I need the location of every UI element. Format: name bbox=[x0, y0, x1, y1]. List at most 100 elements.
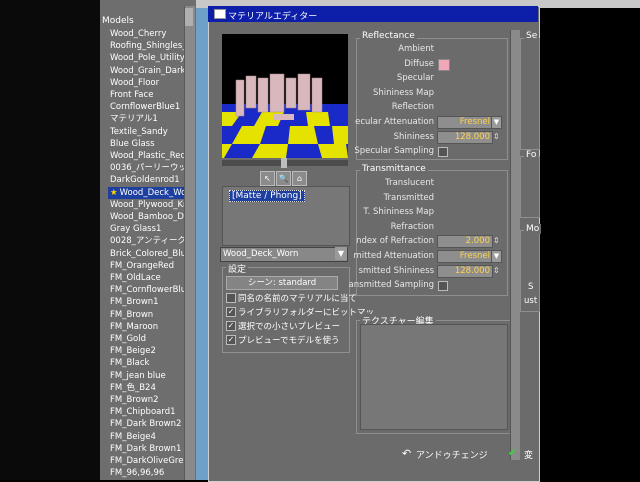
model-list-item[interactable]: DarkGoldenrod1 bbox=[110, 174, 180, 186]
model-list-item[interactable]: Wood_Floor bbox=[110, 77, 159, 89]
models-scrollbar-thumb[interactable] bbox=[185, 8, 193, 26]
settings-option-label: プレビューでモデルを使う bbox=[238, 336, 340, 346]
model-list-item[interactable]: FM_Beige4 bbox=[110, 431, 156, 443]
model-list-item[interactable]: Blue Glass bbox=[110, 138, 155, 150]
left-dark-panel bbox=[0, 0, 100, 480]
model-list-item[interactable]: FM_OldLace bbox=[110, 272, 161, 284]
model-list-item[interactable]: Wood_Pole_Utility bbox=[110, 52, 185, 64]
spinner-icon[interactable]: ⇕ bbox=[493, 132, 500, 141]
model-list-item[interactable]: FM_Dark Brown2 bbox=[110, 418, 181, 430]
model-list-item[interactable]: FM_Brown1 bbox=[110, 296, 159, 308]
reflectance-value-field[interactable]: Fresnel bbox=[437, 116, 493, 129]
model-list-item[interactable]: FM_96,96,96 bbox=[110, 467, 164, 479]
model-name: FM_Dark Brown1 bbox=[110, 443, 182, 454]
model-name: FM_OldLace bbox=[110, 273, 161, 283]
model-list-item[interactable]: Wood_Plywood_Kn bbox=[110, 199, 188, 211]
ok-button[interactable]: 変 bbox=[524, 448, 533, 461]
model-name: FM_Brown1 bbox=[110, 297, 159, 308]
model-list-item[interactable]: Front Face bbox=[110, 89, 153, 101]
model-name: FM_Brown2 bbox=[110, 395, 159, 405]
model-list-item[interactable]: FM_Gold bbox=[110, 333, 146, 345]
model-name: FM_96,96,96 bbox=[110, 468, 165, 479]
model-list-item[interactable]: FM_Brown2 bbox=[110, 394, 159, 406]
model-list-item[interactable]: FM_Brown bbox=[110, 309, 153, 321]
scene-button[interactable]: シーン: standard bbox=[226, 276, 338, 290]
model-name: FM_Brown bbox=[110, 309, 154, 320]
transmittance-value-field[interactable]: Fresnel bbox=[437, 250, 493, 263]
model-list-item[interactable]: 0028_アンティークボ bbox=[110, 235, 195, 247]
model-name: Wood_Deck_Wo bbox=[119, 187, 187, 198]
model-list-item[interactable]: Roofing_Shingles_C bbox=[110, 40, 192, 52]
chevron-down-icon[interactable]: ▼ bbox=[491, 116, 502, 129]
model-list-item[interactable]: FM_Maroon bbox=[110, 321, 158, 333]
transmittance-value-field[interactable]: 2.000 bbox=[437, 235, 493, 249]
home-view-icon[interactable]: ⌂ bbox=[292, 171, 307, 186]
model-name: CornflowerBlue1 bbox=[110, 102, 181, 113]
model-name: 0028_アンティークボ bbox=[110, 236, 195, 247]
model-list-item[interactable]: Wood_Bamboo_Dar bbox=[110, 211, 193, 223]
model-list-item[interactable]: Brick_Colored_Blu bbox=[110, 248, 186, 260]
settings-checkbox[interactable]: ✓ bbox=[226, 307, 236, 317]
model-list-item[interactable]: FM_DarkOliveGree bbox=[110, 455, 189, 467]
model-name: FM_jean blue bbox=[110, 370, 166, 381]
model-list-item[interactable]: ★ Wood_Deck_Wo bbox=[108, 186, 193, 199]
model-list-item[interactable]: Wood_Cherry bbox=[110, 28, 166, 40]
model-dropdown-value: Wood_Deck_Worn bbox=[223, 249, 299, 259]
reflectance-row-label: ecular Attenuation bbox=[355, 117, 434, 127]
undo-icon[interactable]: ↶ bbox=[402, 447, 411, 460]
reflectance-value-field[interactable]: 128.000 bbox=[437, 130, 493, 144]
model-name: Front Face bbox=[110, 90, 154, 100]
model-list-item[interactable]: Gray Glass1 bbox=[110, 223, 161, 235]
model-name: Wood_Floor bbox=[110, 77, 160, 88]
diffuse-color-swatch[interactable] bbox=[438, 58, 450, 71]
chevron-down-icon[interactable]: ▼ bbox=[491, 250, 502, 263]
material-preview[interactable] bbox=[222, 34, 348, 158]
model-list-item[interactable]: FM_Dark Brown1 bbox=[110, 443, 181, 455]
model-list-item[interactable]: Wood_Grain_Dark bbox=[110, 65, 185, 77]
settings-checkbox[interactable]: ✓ bbox=[226, 321, 236, 331]
texture-preview[interactable] bbox=[360, 324, 508, 430]
settings-option-label: ライブラリフォルダーにビットマッ bbox=[238, 308, 375, 318]
settings-label: 設定 bbox=[226, 262, 249, 275]
model-name: FM_Chipboard1 bbox=[110, 407, 176, 418]
transmittance-row-label: T. Shininess Map bbox=[363, 207, 434, 218]
model-name: DarkGoldenrod1 bbox=[110, 175, 180, 186]
model-list-item[interactable]: Wood_Plastic_Recy bbox=[110, 150, 190, 162]
reflectance-row-label: Ambient bbox=[398, 44, 434, 54]
model-list-item[interactable]: Textile_Sandy bbox=[110, 126, 168, 138]
transmittance-sampling-checkbox[interactable] bbox=[438, 281, 448, 292]
models-scrollbar[interactable] bbox=[184, 6, 195, 480]
preview-render bbox=[222, 34, 348, 158]
transmittance-value-field[interactable]: 128.000 bbox=[437, 264, 493, 278]
reflectance-row-label: Diffuse bbox=[404, 58, 434, 69]
reflectance-sampling-checkbox[interactable] bbox=[438, 147, 448, 158]
model-list-item[interactable]: 0036_パーリーウッド bbox=[110, 162, 195, 174]
transmittance-title: Transmittance bbox=[360, 164, 428, 174]
model-list-item[interactable]: FM_Chipboard1 bbox=[110, 406, 176, 418]
undo-button[interactable]: アンドゥチェンジ bbox=[416, 448, 488, 461]
model-name: FM_Beige4 bbox=[110, 431, 156, 442]
spinner-icon[interactable]: ⇕ bbox=[493, 266, 500, 275]
spinner-icon[interactable]: ⇕ bbox=[493, 236, 500, 245]
pick-tool-button[interactable]: ↖ bbox=[260, 171, 275, 186]
model-list-item[interactable]: FM_CornflowerBlu bbox=[110, 284, 186, 296]
properties-scrollbar[interactable] bbox=[510, 30, 520, 460]
model-list-item[interactable]: FM_OrangeRed bbox=[110, 260, 174, 272]
model-list-item[interactable]: FM_色_B24 bbox=[110, 382, 156, 394]
preview-zoom-slider-thumb[interactable] bbox=[281, 158, 287, 168]
settings-checkbox[interactable] bbox=[226, 293, 236, 303]
model-list-item[interactable]: FM_Beige2 bbox=[110, 345, 156, 357]
model-list-item[interactable]: FM_jean blue bbox=[110, 370, 166, 382]
chevron-down-icon[interactable]: ▼ bbox=[335, 247, 347, 260]
side-group-se-title: Se bbox=[524, 31, 540, 41]
model-list-item[interactable]: FM_Black bbox=[110, 357, 149, 369]
material-type-item[interactable]: [Matte / Phong] bbox=[229, 190, 305, 202]
model-name: Gray Glass1 bbox=[110, 224, 162, 235]
side-group-fo bbox=[520, 156, 540, 218]
model-name: マテリアル1 bbox=[110, 114, 158, 125]
model-list-item[interactable]: マテリアル1 bbox=[110, 113, 158, 125]
model-name: Blue Glass bbox=[110, 138, 155, 149]
settings-checkbox[interactable]: ✓ bbox=[226, 335, 236, 345]
model-list-item[interactable]: CornflowerBlue1 bbox=[110, 101, 180, 113]
zoom-magnifier-icon[interactable]: 🔍 bbox=[276, 171, 291, 186]
